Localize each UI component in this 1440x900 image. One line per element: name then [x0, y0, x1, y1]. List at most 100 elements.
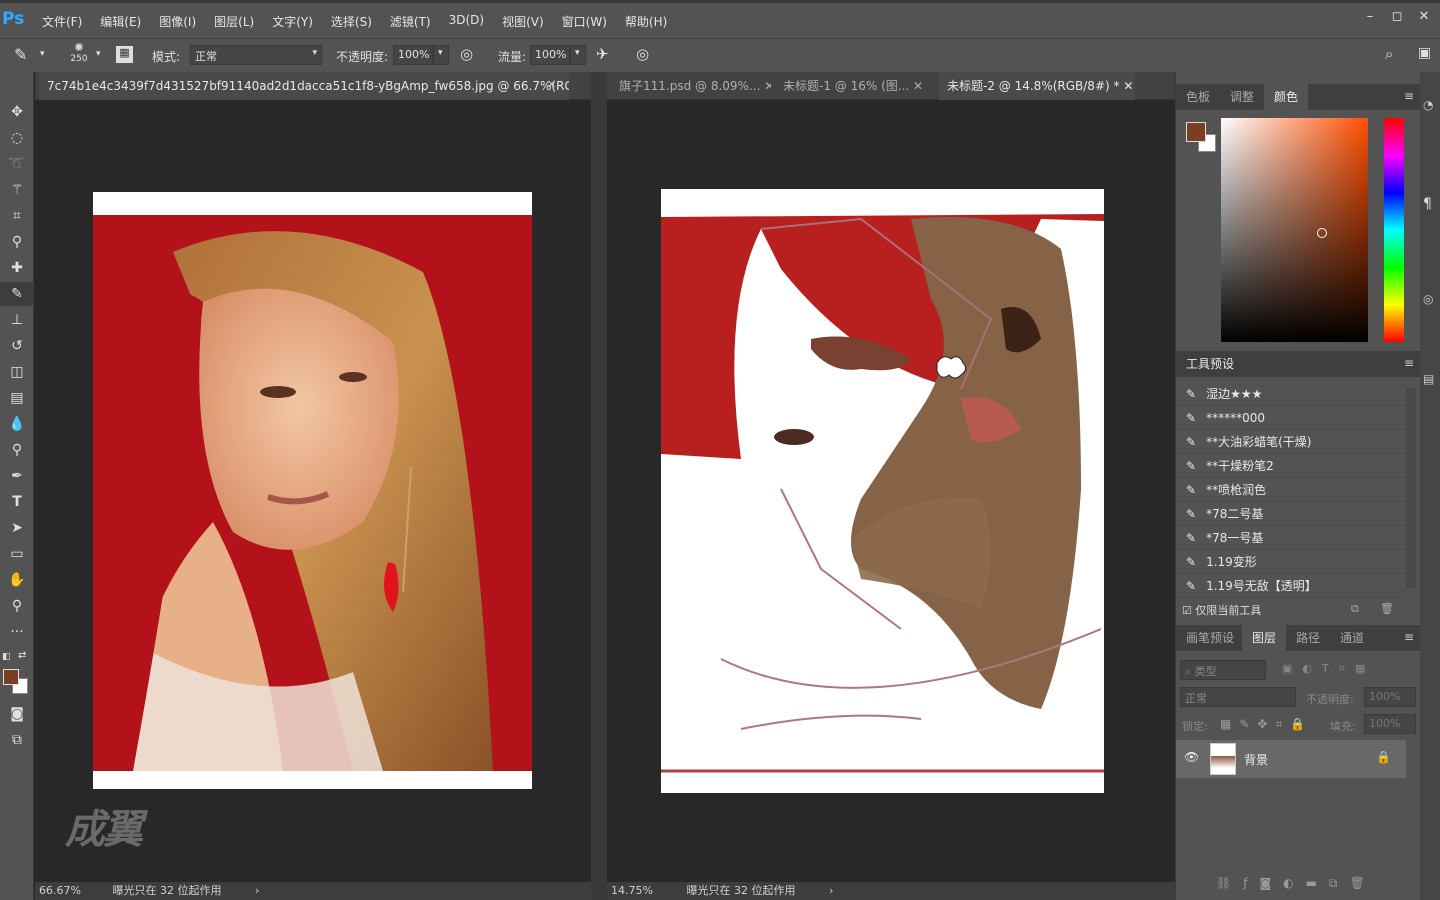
crop-tool-icon[interactable]: ⌗ — [0, 204, 34, 228]
pressure-opacity-icon[interactable]: ◎ — [460, 45, 473, 63]
paragraph-icon[interactable]: ¶ — [1423, 196, 1432, 212]
menu-3d[interactable]: 3D(D) — [449, 13, 484, 30]
menu-layer[interactable]: 图层(L) — [214, 13, 254, 30]
search-icon[interactable]: ⌕ — [1385, 45, 1393, 63]
tab-untitled-1[interactable]: 未标题-1 @ 16% (图... ✕ — [775, 72, 935, 100]
more-tools-icon[interactable]: ··· — [0, 620, 34, 644]
eraser-tool-icon[interactable]: ◫ — [0, 360, 34, 384]
mode-select[interactable]: 正常 ▾ — [190, 45, 322, 65]
hue-slider[interactable] — [1384, 118, 1404, 342]
list-item[interactable]: ✎ **喷枪润色 — [1176, 478, 1406, 502]
screen-mode-icon[interactable]: ⧉ — [0, 728, 34, 752]
painting-canvas[interactable] — [661, 189, 1104, 793]
pressure-size-icon[interactable]: ◎ — [636, 45, 649, 63]
chevron-down-icon[interactable]: ▾ — [570, 45, 586, 65]
close-tab-icon[interactable]: ✕ — [547, 78, 556, 91]
menu-select[interactable]: 选择(S) — [331, 13, 372, 30]
current-tool-only-checkbox[interactable]: ☑ 仅限当前工具 — [1182, 602, 1261, 618]
path-selection-tool-icon[interactable]: ➤ — [0, 516, 34, 540]
panel-icon[interactable]: ▤ — [1423, 372, 1434, 386]
close-tab-icon[interactable]: ✕ — [1123, 79, 1133, 93]
airbrush-icon[interactable]: ✈ — [596, 45, 609, 63]
fill-input[interactable]: 100% — [1364, 714, 1416, 734]
presets-scrollbar[interactable] — [1406, 388, 1416, 588]
eyedropper-tool-icon[interactable]: ⚲ — [0, 230, 34, 254]
layer-actions-bar[interactable]: ⛓ƒ◙◐▬⧉🗑 — [1216, 876, 1377, 891]
lasso-tool-icon[interactable]: ➰ — [0, 152, 34, 176]
panel-menu-icon[interactable]: ≡ — [1404, 356, 1414, 370]
color-picker-cursor[interactable] — [1317, 228, 1327, 238]
menu-filter[interactable]: 滤镜(T) — [390, 13, 431, 30]
history-brush-tool-icon[interactable]: ↺ — [0, 334, 34, 358]
blend-mode-select[interactable]: 正常 — [1180, 687, 1296, 707]
brush-panel-toggle-icon[interactable]: ▦ — [116, 46, 133, 63]
layer-filter-icons[interactable]: ▣◐T⌗▦ — [1282, 662, 1375, 676]
close-icon[interactable]: ✕ — [1414, 9, 1434, 29]
menu-edit[interactable]: 编辑(E) — [100, 13, 141, 30]
menu-help[interactable]: 帮助(H) — [625, 13, 667, 30]
layer-filter-select[interactable]: ⌕ 类型 — [1180, 660, 1266, 680]
minimize-icon[interactable]: – — [1360, 9, 1380, 29]
tab-paths[interactable]: 路径 — [1286, 625, 1330, 651]
foreground-color-swatch[interactable] — [1186, 122, 1206, 142]
quick-mask-icon[interactable]: ◙ — [0, 702, 34, 726]
left-zoom-level[interactable]: 66.67% — [39, 884, 81, 897]
menu-file[interactable]: 文件(F) — [42, 13, 82, 30]
workspace-icon[interactable]: ▣ — [1418, 45, 1431, 61]
menu-image[interactable]: 图像(I) — [159, 13, 196, 30]
list-item[interactable]: ✎ *78二号基 — [1176, 502, 1406, 526]
menu-type[interactable]: 文字(Y) — [272, 13, 313, 30]
swap-colors-icon[interactable]: ⇄ — [18, 650, 26, 661]
flow-input[interactable]: 100% — [530, 45, 570, 65]
chevron-right-icon[interactable]: › — [255, 884, 259, 897]
color-field[interactable] — [1221, 118, 1368, 342]
list-item[interactable]: ✎ **大油彩蜡笔(干燥) — [1176, 430, 1406, 454]
list-item[interactable]: ✎ *78一号基 — [1176, 526, 1406, 550]
rectangle-tool-icon[interactable]: ▭ — [0, 542, 34, 566]
maximize-icon[interactable]: ◻ — [1387, 9, 1407, 29]
tab-adjustments[interactable]: 调整 — [1220, 84, 1264, 110]
tab-color[interactable]: 颜色 — [1264, 84, 1309, 110]
healing-brush-tool-icon[interactable]: ✚ — [0, 256, 34, 280]
tab-brush-presets[interactable]: 画笔预设 — [1176, 625, 1244, 651]
brush-preset-picker[interactable]: ✺ 250 — [66, 41, 92, 69]
tab-untitled-2[interactable]: 未标题-2 @ 14.8%(RGB/8#) * ✕ — [939, 72, 1135, 100]
pen-tool-icon[interactable]: ✒ — [0, 464, 34, 488]
dodge-tool-icon[interactable]: ⚲ — [0, 438, 34, 462]
type-tool-icon[interactable]: T — [0, 490, 34, 514]
right-zoom-level[interactable]: 14.75% — [611, 884, 653, 897]
close-tab-icon[interactable]: ✕ — [913, 79, 923, 93]
move-tool-icon[interactable]: ✥ — [0, 100, 34, 124]
panel-icon[interactable]: ◔ — [1423, 98, 1433, 112]
panel-icon[interactable]: ◎ — [1423, 292, 1433, 306]
list-item[interactable]: ✎ **干燥粉笔2 — [1176, 454, 1406, 478]
list-item[interactable]: ✎ ******000 — [1176, 406, 1406, 430]
list-item[interactable]: ✎ 湿边★★★ — [1176, 382, 1406, 406]
brush-tool-icon[interactable]: ✎ — [14, 45, 27, 64]
opacity-input[interactable]: 100% — [393, 45, 433, 65]
brush-tool-icon[interactable]: ✎ — [0, 282, 34, 306]
tab-swatches[interactable]: 色板 — [1176, 84, 1220, 110]
magic-wand-tool-icon[interactable]: ⚚ — [0, 178, 34, 202]
foreground-color-swatch[interactable] — [3, 669, 19, 685]
layer-row[interactable]: 👁 背景 🔒 — [1176, 740, 1406, 778]
list-item[interactable]: ✎ 1.19号无敌【透明】 — [1176, 574, 1406, 598]
tab-channels[interactable]: 通道 — [1330, 625, 1374, 651]
left-doc-tab[interactable]: 7c74b1e4c3439f7d431527bf91140ad2d1dacca5… — [39, 72, 569, 100]
list-item[interactable]: ✎ 1.19变形 — [1176, 550, 1406, 574]
gradient-tool-icon[interactable]: ▤ — [0, 386, 34, 410]
chevron-down-icon[interactable]: ▾ — [96, 49, 101, 59]
panel-menu-icon[interactable]: ≡ — [1404, 89, 1414, 103]
lock-icons[interactable]: ▦✎✥⌗🔒 — [1220, 717, 1313, 732]
new-preset-icon[interactable]: ⧉ — [1351, 602, 1359, 616]
tab-flag-psd[interactable]: 旗子111.psd @ 8.09%... ✕ — [611, 72, 771, 100]
stamp-tool-icon[interactable]: ⊥ — [0, 308, 34, 332]
hand-tool-icon[interactable]: ✋ — [0, 568, 34, 592]
chevron-right-icon[interactable]: › — [829, 884, 833, 897]
blur-tool-icon[interactable]: 💧 — [0, 412, 34, 436]
zoom-tool-icon[interactable]: ⚲ — [0, 594, 34, 618]
close-tab-icon[interactable]: ✕ — [764, 79, 771, 93]
eye-icon[interactable]: 👁 — [1184, 750, 1199, 764]
layer-opacity-input[interactable]: 100% — [1364, 687, 1416, 707]
layer-name[interactable]: 背景 — [1244, 751, 1268, 768]
